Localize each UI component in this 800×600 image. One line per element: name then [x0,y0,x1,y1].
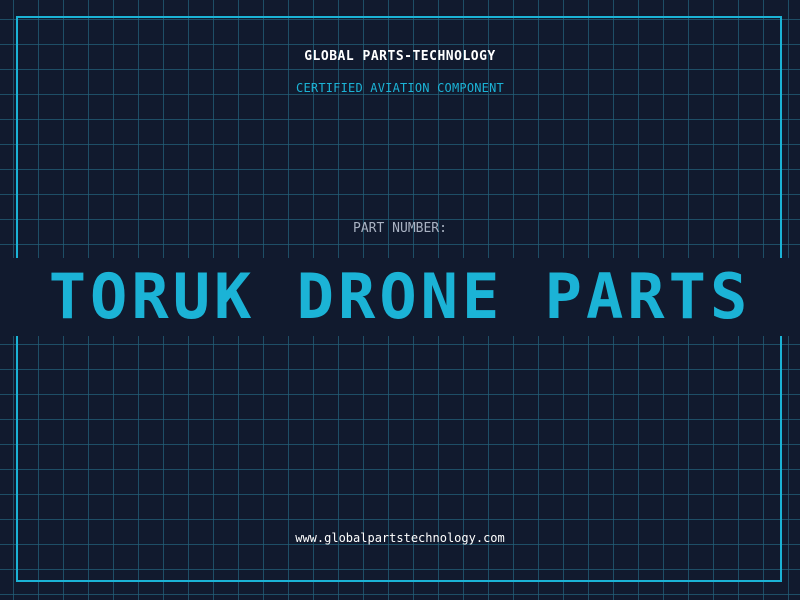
website-url: www.globalpartstechnology.com [295,531,505,545]
part-number-label: PART NUMBER: [353,221,447,236]
company-name: GLOBAL PARTS-TECHNOLOGY [304,49,496,64]
certification-subtitle: CERTIFIED AVIATION COMPONENT [296,81,504,95]
part-number-value: TORUK DRONE PARTS [48,260,752,333]
